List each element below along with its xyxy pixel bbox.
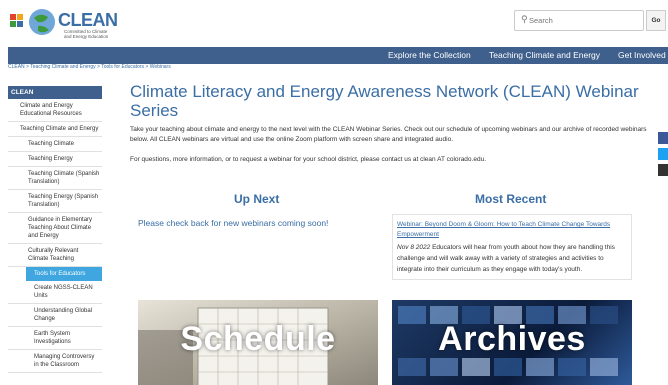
sidebar-item-teaching-climate-energy[interactable]: Teaching Climate and Energy: [8, 122, 102, 137]
share-icon[interactable]: [658, 164, 668, 176]
schedule-tile[interactable]: Schedule: [138, 300, 378, 385]
sidebar-item-ngss-units[interactable]: Create NGSS-CLEAN Units: [8, 281, 102, 304]
recent-webinar-link[interactable]: Webinar: Beyond Doom & Gloom: How to Tea…: [397, 220, 629, 240]
sidebar-item-elementary-guidance[interactable]: Guidance in Elementary Teaching About Cl…: [8, 213, 102, 244]
sidebar-item-teaching-climate-spanish[interactable]: Teaching Climate (Spanish Translation): [8, 167, 102, 190]
sidebar-item-educational-resources[interactable]: Climate and Energy Educational Resources: [8, 99, 102, 122]
recent-webinar-card: Webinar: Beyond Doom & Gloom: How to Tea…: [392, 214, 632, 280]
nav-explore-collection[interactable]: Explore the Collection: [388, 50, 471, 60]
intro-text: Take your teaching about climate and ene…: [130, 126, 647, 143]
search-input[interactable]: [529, 13, 639, 28]
nav-teaching-climate-energy[interactable]: Teaching Climate and Energy: [489, 50, 600, 60]
sidebar-item-managing-controversy[interactable]: Managing Controversy in the Classroom: [8, 350, 102, 373]
sidebar-item-earth-system[interactable]: Earth System Investigations: [8, 327, 102, 350]
sidebar-item-teaching-energy-spanish[interactable]: Teaching Energy (Spanish Translation): [8, 190, 102, 213]
sidebar-item-tools-for-educators[interactable]: Tools for Educators: [26, 267, 102, 281]
archives-label: Archives: [438, 320, 586, 358]
recent-webinar-date: Nov 8 2022: [397, 244, 431, 251]
contact-text: For questions, more information, or to r…: [130, 156, 486, 163]
globe-logo-icon: [10, 9, 55, 35]
search-icon: ⚲: [521, 14, 528, 24]
sidebar: CLEAN Climate and Energy Educational Res…: [8, 86, 102, 385]
page-title: Climate Literacy and Energy Awareness Ne…: [130, 82, 639, 120]
clean-logo[interactable]: CLEAN Committed to Climate and Energy Ed…: [8, 6, 118, 42]
up-next-message: Please check back for new webinars comin…: [138, 218, 329, 228]
search-box[interactable]: ⚲: [514, 10, 644, 31]
schedule-label: Schedule: [180, 320, 336, 358]
recent-webinar-summary: Educators will hear from youth about how…: [397, 244, 615, 273]
sidebar-item-teaching-climate[interactable]: Teaching Climate: [8, 137, 102, 152]
site-header: CLEAN Committed to Climate and Energy Ed…: [0, 0, 668, 47]
twitter-icon[interactable]: [658, 148, 668, 160]
sidebar-item-teaching-energy[interactable]: Teaching Energy: [8, 152, 102, 167]
main-nav: Explore the Collection Teaching Climate …: [8, 47, 668, 64]
up-next-heading: Up Next: [234, 192, 280, 206]
nav-get-involved[interactable]: Get Involved: [618, 50, 666, 60]
logo-tagline: Committed to Climate and Energy Educatio…: [64, 29, 109, 39]
sidebar-heading[interactable]: CLEAN: [8, 86, 102, 99]
archives-tile[interactable]: Archives: [392, 300, 632, 385]
most-recent-heading: Most Recent: [475, 192, 547, 206]
sidebar-item-culturally-relevant[interactable]: Culturally Relevant Climate Teaching: [8, 244, 102, 267]
breadcrumb[interactable]: CLEAN > Teaching Climate and Energy > To…: [8, 64, 171, 70]
sidebar-item-global-change[interactable]: Understanding Global Change: [8, 304, 102, 327]
recent-webinar-description: Nov 8 2022 Educators will hear from yout…: [397, 242, 629, 275]
facebook-icon[interactable]: [658, 132, 668, 144]
search-go-button[interactable]: Go: [646, 10, 666, 31]
logo-wordmark: CLEAN: [58, 10, 118, 30]
